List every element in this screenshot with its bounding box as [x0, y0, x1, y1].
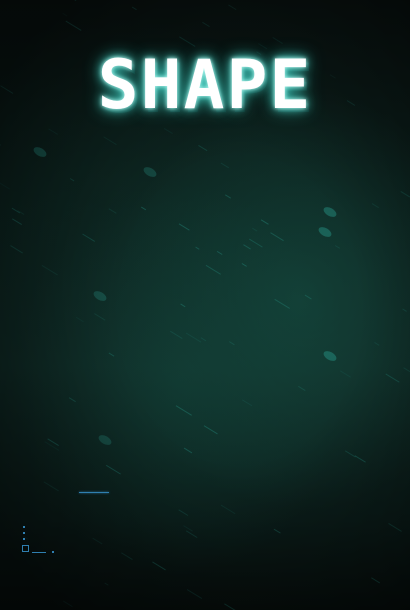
particle-streak — [69, 178, 75, 182]
particle-streak — [179, 36, 196, 47]
particle-streak — [0, 182, 10, 190]
particle-streak — [175, 405, 192, 416]
particle-streak — [298, 385, 306, 391]
particle-streak — [94, 313, 106, 321]
particle-streak — [224, 603, 236, 610]
particle-streak — [385, 373, 400, 383]
particle-glow — [323, 207, 337, 217]
particle-glow — [93, 291, 107, 301]
particle-streak — [108, 208, 117, 214]
particle-streak — [339, 370, 351, 378]
particle-streak — [185, 332, 202, 343]
particle-glow — [318, 227, 332, 237]
game-screen[interactable]: SHAPE — [0, 0, 410, 610]
game-title-logo: SHAPE — [97, 46, 313, 125]
particle-streak — [371, 577, 381, 584]
particle-streak — [400, 191, 410, 198]
hud-indicator-line — [79, 492, 109, 493]
particle-streak — [65, 20, 82, 31]
particle-streak — [183, 525, 193, 532]
particle-streak — [48, 128, 59, 135]
particle-streak — [11, 207, 21, 214]
particle-streak — [228, 4, 237, 11]
particle-streak — [273, 528, 281, 534]
particle-streak — [274, 298, 290, 309]
particle-streak — [92, 537, 103, 545]
particle-streak — [140, 206, 147, 211]
particle-streak — [74, 0, 77, 1]
particle-streak — [195, 246, 200, 250]
particle-streak — [68, 397, 76, 403]
particle-streak — [43, 481, 59, 492]
particle-streak — [41, 264, 58, 276]
particle-streak — [108, 352, 115, 357]
particle-streak — [224, 194, 232, 199]
particle-streak — [229, 341, 235, 346]
particle-streak — [243, 244, 251, 250]
particle-streak — [304, 294, 312, 300]
particle-streak — [103, 136, 117, 146]
particle-streak — [178, 509, 189, 516]
particle-streak — [241, 263, 247, 267]
particle-glow — [143, 167, 157, 177]
particle-streak — [178, 223, 190, 231]
particle-streak — [249, 238, 263, 248]
particle-streak — [241, 399, 253, 407]
particle-streak — [252, 227, 258, 232]
title-container: SHAPE — [0, 50, 410, 122]
particle-streak — [205, 264, 221, 275]
particle-streak — [216, 250, 223, 255]
particle-streak — [374, 341, 380, 346]
particle-streak — [75, 316, 84, 323]
particle-streak — [105, 464, 121, 475]
particle-streak — [62, 12, 68, 17]
particle-streak — [270, 232, 284, 242]
particle-streak — [220, 162, 230, 169]
hud-dot — [23, 526, 25, 528]
particle-streak — [10, 245, 23, 254]
particle-glow — [98, 435, 112, 445]
particle-streak — [163, 127, 173, 135]
particle-streak — [183, 447, 193, 454]
hud-dot — [23, 538, 25, 540]
particle-streak — [202, 21, 210, 28]
particle-streak — [198, 144, 208, 152]
particle-streak — [388, 523, 402, 532]
particle-streak — [44, 441, 60, 451]
particle-streak — [402, 308, 407, 312]
hud-square-icon — [22, 545, 29, 552]
particle-streak — [180, 303, 186, 308]
hud-dot — [23, 532, 25, 534]
particle-streak — [131, 6, 137, 11]
particle-streak — [334, 245, 341, 249]
particle-streak — [121, 552, 133, 561]
particle-streak — [104, 582, 109, 586]
particle-streak — [403, 367, 410, 373]
particle-streak — [220, 504, 236, 515]
particle-streak — [354, 455, 366, 463]
particle-streak — [203, 425, 218, 435]
particle-streak — [170, 330, 183, 339]
hud-overlay — [20, 526, 80, 560]
particle-streak — [371, 203, 379, 209]
particle-streak — [152, 561, 166, 571]
particle-streak — [185, 530, 198, 538]
particle-streak — [11, 218, 22, 226]
particle-streak — [344, 450, 356, 458]
particle-glow — [323, 351, 337, 361]
particle-streak — [0, 144, 2, 146]
particle-streak — [82, 233, 96, 242]
hud-bar — [32, 552, 46, 553]
particle-streak — [260, 219, 269, 225]
particle-streak — [186, 589, 203, 600]
hud-dot — [52, 551, 54, 553]
particle-glow — [33, 147, 47, 157]
particle-streak — [200, 337, 207, 342]
particle-streak — [272, 37, 283, 44]
particle-streak — [63, 600, 73, 608]
